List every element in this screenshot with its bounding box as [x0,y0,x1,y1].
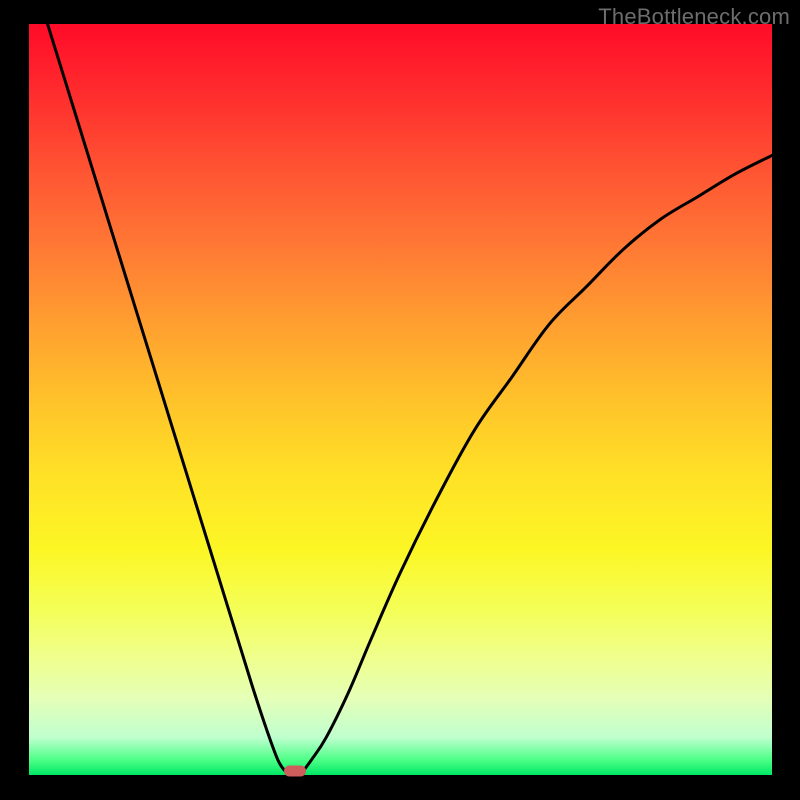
optimum-marker [284,766,306,777]
plot-area [29,24,772,775]
chart-frame: TheBottleneck.com [0,0,800,800]
curve-right-branch [300,155,772,775]
bottleneck-curve [29,24,772,775]
watermark-text: TheBottleneck.com [598,4,790,30]
curve-left-branch [48,24,291,775]
